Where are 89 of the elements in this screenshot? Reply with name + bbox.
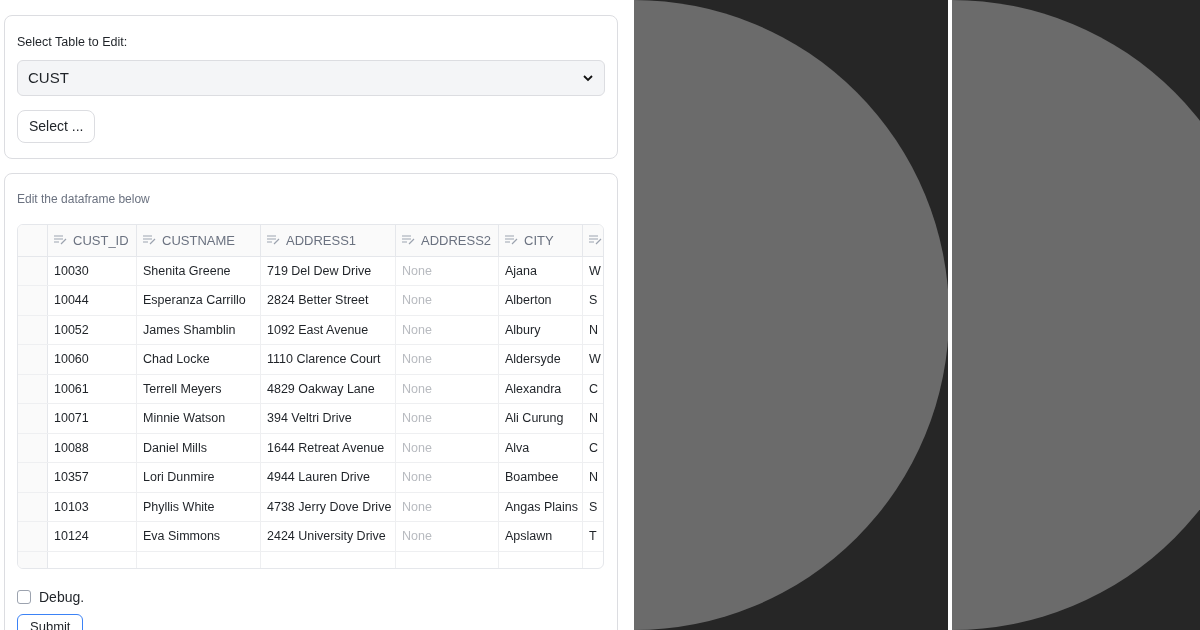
row-handle[interactable] [18,286,48,315]
table-dropdown[interactable]: CUST [17,59,605,96]
table-cell-text: James Shamblin [143,321,236,339]
row-handle[interactable] [18,404,48,433]
row-handle[interactable] [18,374,48,404]
text-column-icon [267,235,280,246]
table-cell-text: Eva Simmons [143,528,221,546]
table-cell-text: Shenita Greene [143,262,231,280]
row-handle[interactable] [18,315,48,345]
table-cell-text: Aldersyde [505,351,561,369]
table-cell-text: 1110 Clarence Court [267,351,381,369]
table-cell-text: None [402,351,432,369]
checkbox-label: Debug. [39,587,85,607]
table-cell-text: 10071 [54,410,89,428]
table-cell-text: T [589,528,597,546]
table-cell-text: None [402,292,432,310]
table-cell-text: 1644 Retreat Avenue [267,439,385,457]
column-header[interactable]: ADDRESS2 [396,224,499,256]
table-cell-text: None [402,528,432,546]
table-cell-text: S [589,292,598,310]
table-cell-text: 2824 Better Street [267,292,369,310]
table-cell-text: C [589,380,599,398]
table-cell-text: Apslawn [505,528,553,546]
debug-checkbox[interactable] [17,590,31,605]
field-label: Select Table to Edit: [17,34,128,51]
table-cell-text: W [589,351,601,369]
table-cell-text: None [402,439,432,457]
table-cell-text: Ajana [505,262,537,280]
table-cell-text: None [402,380,432,398]
table-cell-text: N [589,469,599,487]
table-cell-text: N [589,321,599,339]
table-cell-text: W [589,262,601,280]
table-cell-text: Alexandra [505,380,562,398]
table-cell-text: Angas Plains [505,498,578,516]
chevron-down-icon [582,73,594,82]
text-column-icon [505,235,518,246]
table-cell-text: None [402,410,432,428]
table-cell-text: None [402,498,432,516]
table-cell-text: 10030 [54,262,89,280]
row-handle[interactable] [18,492,48,522]
text-column-icon [143,235,156,246]
table-cell-text: 4829 Oakway Lane [267,380,375,398]
table-cell-text: Terrell Meyers [143,380,222,398]
table-cell-text: 10052 [54,321,89,339]
table-cell-text: Chad Locke [143,351,210,369]
table-cell-text: Esperanza Carrillo [143,292,246,310]
table-cell-text: None [402,469,432,487]
column-header[interactable]: CITY [499,224,583,256]
table-cell-text: Lori Dunmire [143,469,215,487]
row-handle[interactable] [18,522,48,551]
row-handle[interactable] [18,463,48,492]
table-cell-text: 719 Del Dew Drive [267,262,372,280]
table-cell-text: 394 Veltri Drive [267,410,352,428]
table-cell-text: 10103 [54,498,89,516]
table-cell-text: 10060 [54,351,89,369]
table-cell-text: 1092 East Avenue [267,321,369,339]
table-cell-text: 10088 [54,439,89,457]
column-header[interactable]: ADDRESS1 [261,224,396,256]
table-cell-text: 10357 [54,469,89,487]
table-cell-text: Ali Curung [505,410,564,428]
table-cell-text: 4944 Lauren Drive [267,469,370,487]
table-cell-text: 10061 [54,380,89,398]
row-handle[interactable] [18,345,48,374]
table-cell-text: Alberton [505,292,552,310]
table-cell-text: 2424 University Drive [267,528,386,546]
table-cell-text: Boambee [505,469,559,487]
table-cell-text: None [402,321,432,339]
submit-button[interactable]: Submit [17,613,84,630]
column-header[interactable]: CUST_ID [48,224,137,256]
table-cell-text: 4738 Jerry Dove Drive [267,498,392,516]
table-cell-text: N [589,410,599,428]
table-cell-text: 10124 [54,528,89,546]
select-button[interactable]: Select ... [17,109,96,143]
table-cell-text: None [402,262,432,280]
table-cell-text: 10044 [54,292,89,310]
table-cell-text: C [589,439,599,457]
table-cell-text: Alva [505,439,530,457]
column-header[interactable]: CUSTNAME [137,224,261,256]
table-cell-text: Minnie Watson [143,410,226,428]
table-cell-text: Phyllis White [143,498,215,516]
table-cell-text: S [589,498,598,516]
table-cell-text: Daniel Mills [143,439,207,457]
caption: Edit the dataframe below [17,190,150,208]
text-column-icon [54,235,67,246]
text-column-icon [402,235,415,246]
table-cell-text: Albury [505,321,541,339]
text-column-icon [589,235,602,246]
row-handle[interactable] [18,433,48,463]
row-handle[interactable] [18,256,48,286]
